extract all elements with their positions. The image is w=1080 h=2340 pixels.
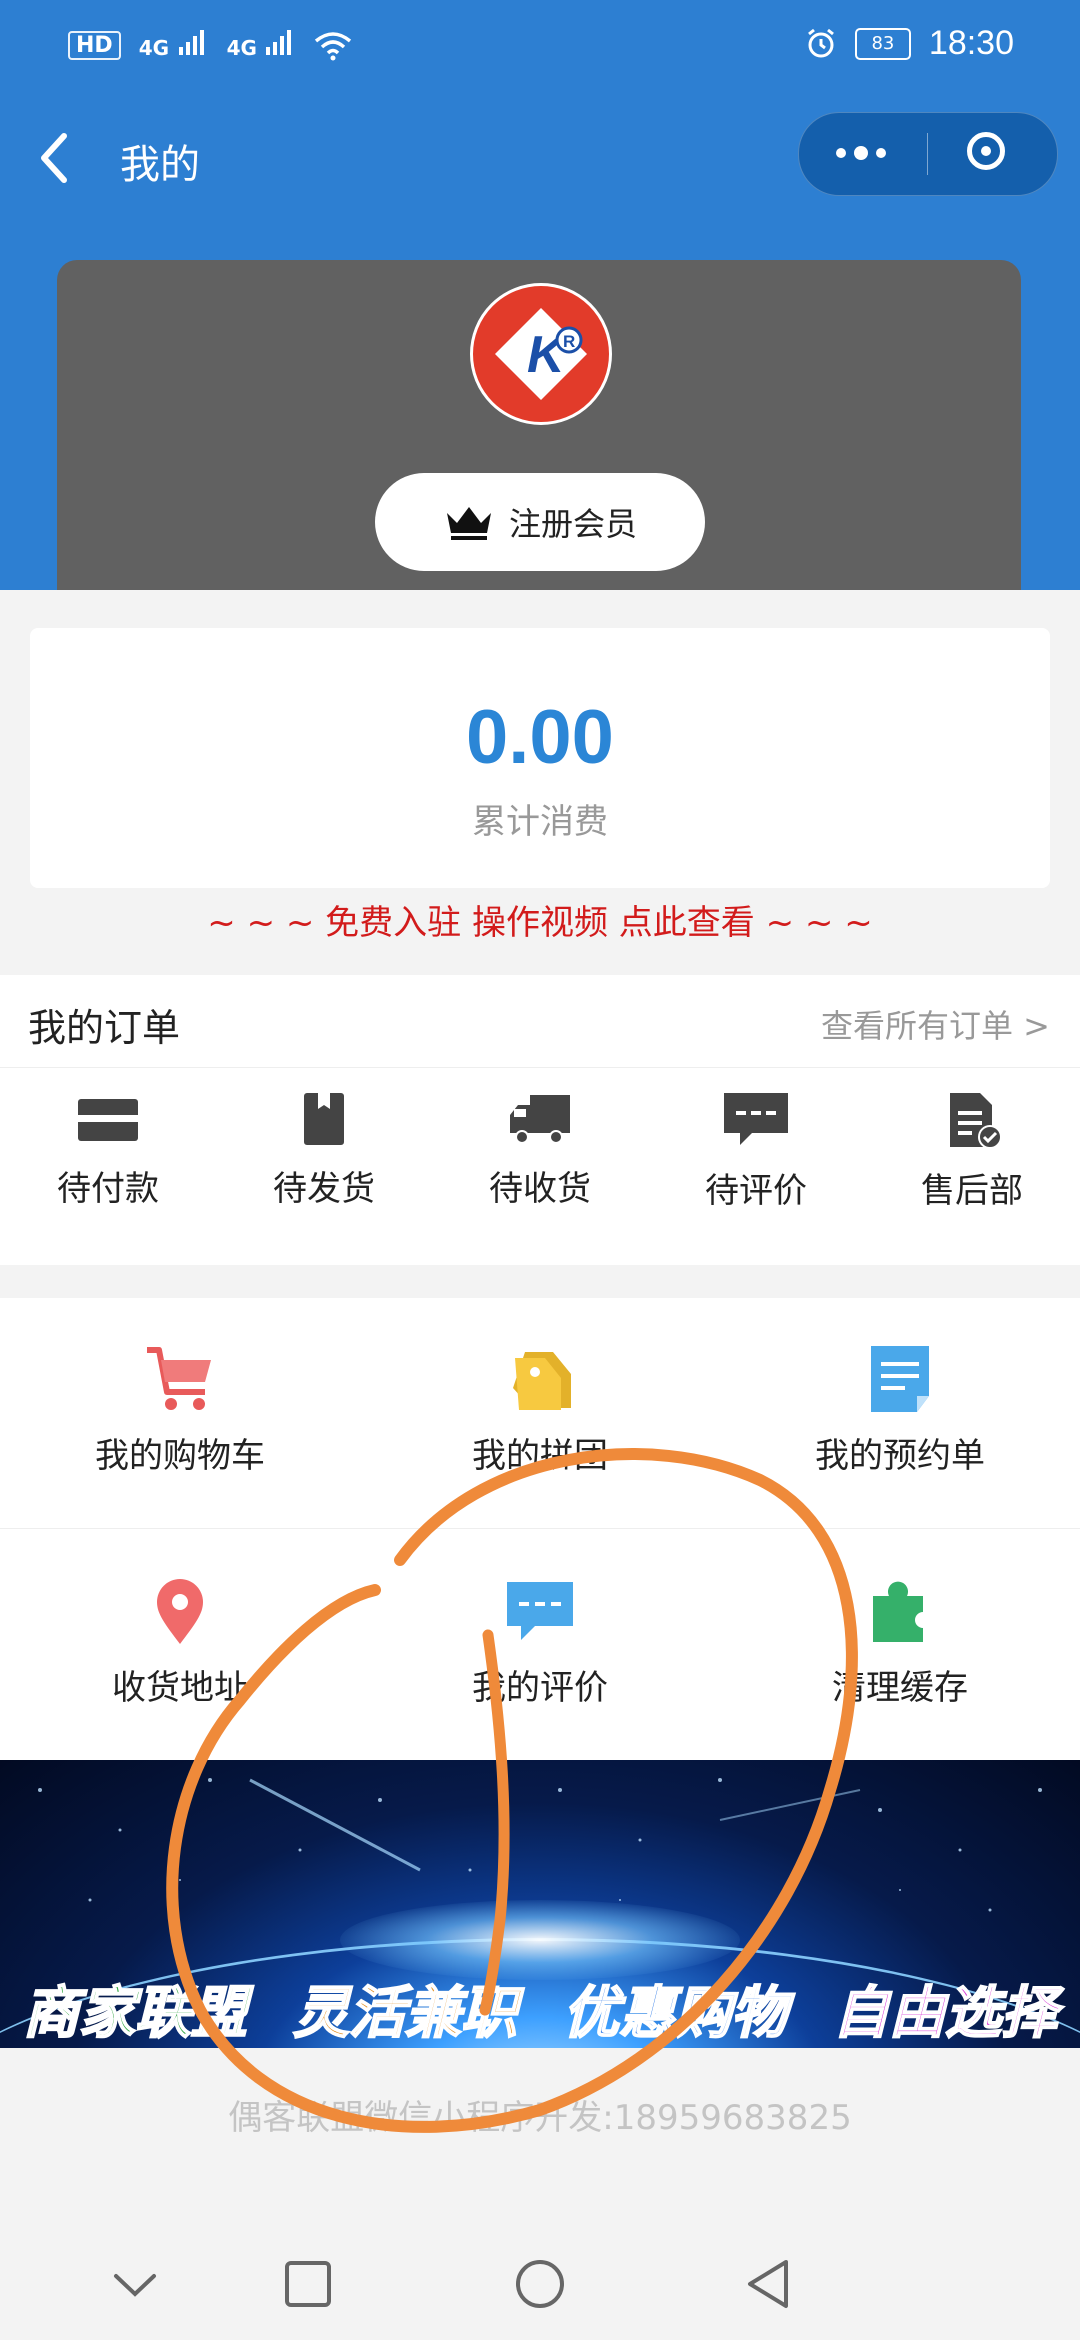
- order-status-pending-review[interactable]: 待评价: [648, 1067, 864, 1265]
- orders-title: 我的订单: [28, 1006, 181, 1050]
- nav-bar: 我的: [0, 100, 1080, 210]
- developer-footer: 偶客联盟微信小程序开发:18959683825: [228, 2098, 852, 2138]
- order-status-after-sales[interactable]: 售后部: [864, 1067, 1080, 1265]
- battery-icon: 83: [854, 27, 911, 60]
- recents-button[interactable]: [284, 2260, 332, 2308]
- system-nav-bar: [0, 2230, 1080, 2340]
- brand-logo: K R: [470, 283, 612, 425]
- puzzle-icon: [873, 1581, 923, 1642]
- home-button[interactable]: [514, 2258, 566, 2310]
- back-button[interactable]: [34, 128, 74, 188]
- banner-tagline: 商家联盟: [22, 1979, 248, 2047]
- feature-shipping-address[interactable]: 收货地址: [0, 1530, 360, 1760]
- order-status-label: 售后部: [921, 1171, 1023, 1211]
- location-pin-icon: [157, 1579, 203, 1644]
- chevron-down-icon[interactable]: [112, 2270, 158, 2300]
- truck-icon: [510, 1095, 570, 1144]
- order-status-pending-payment[interactable]: 待付款: [0, 1067, 216, 1265]
- back-triangle-button[interactable]: [744, 2258, 792, 2310]
- total-consumption-amount: 0.00: [466, 695, 614, 780]
- capsule-divider: [927, 133, 928, 175]
- page-title: 我的: [120, 142, 200, 188]
- alarm-icon: [807, 28, 834, 57]
- order-status-pending-receipt[interactable]: 待收货: [432, 1067, 648, 1265]
- feature-clear-cache[interactable]: 清理缓存: [720, 1530, 1080, 1760]
- more-dots-icon[interactable]: [833, 133, 889, 173]
- feature-shopping-cart[interactable]: 我的购物车: [0, 1298, 360, 1528]
- feature-label: 我的拼团: [472, 1436, 608, 1476]
- order-status-label: 待评价: [705, 1171, 807, 1211]
- promo-banner[interactable]: 商家联盟 灵活兼职 优惠购物 自由选择: [0, 1760, 1080, 2048]
- promo-link[interactable]: ~ ~ ~ 免费入驻 操作视频 点此查看 ~ ~ ~: [0, 895, 1080, 944]
- order-status-label: 待发货: [273, 1169, 375, 1209]
- target-ring-icon[interactable]: [967, 132, 1005, 170]
- note-icon: [871, 1346, 929, 1412]
- feature-label: 我的购物车: [95, 1436, 265, 1476]
- feature-grid: 我的购物车 我的拼团 我的预约单 收货地址 我的评价 清理缓存: [0, 1298, 1080, 1760]
- order-status-label: 待收货: [489, 1169, 591, 1209]
- feature-label: 我的评价: [472, 1668, 608, 1708]
- wifi-icon: [315, 31, 352, 60]
- status-bar: HD 4G 4G 83 18:30: [0, 0, 1080, 90]
- banner-tagline: 优惠购物: [562, 1979, 788, 2047]
- card-icon: [78, 1099, 138, 1141]
- feature-reservations[interactable]: 我的预约单: [720, 1298, 1080, 1528]
- svg-text:R: R: [563, 332, 575, 351]
- feature-label: 清理缓存: [832, 1668, 968, 1708]
- signal-icon: 4G: [227, 28, 297, 63]
- feature-label: 收货地址: [112, 1668, 248, 1708]
- orders-section: 我的订单 查看所有订单 > 待付款 待发货 待收货 待评价 售后部: [0, 975, 1080, 1265]
- feature-label: 我的预约单: [815, 1436, 985, 1476]
- total-consumption-label: 累计消费: [472, 802, 608, 842]
- tags-icon: [513, 1352, 571, 1410]
- hd-indicator: HD: [68, 31, 121, 60]
- order-status-pending-shipment[interactable]: 待发货: [216, 1067, 432, 1265]
- document-check-icon: [950, 1093, 1002, 1149]
- banner-tagline: 灵活兼职: [292, 1979, 518, 2047]
- view-all-orders-link[interactable]: 查看所有订单 >: [821, 1001, 1050, 1047]
- register-member-button[interactable]: 注册会员: [375, 473, 705, 571]
- order-status-label: 待付款: [57, 1169, 159, 1209]
- consumption-card: 0.00 累计消费: [30, 628, 1050, 888]
- feature-group-buy[interactable]: 我的拼团: [360, 1298, 720, 1528]
- orders-header: 我的订单 查看所有订单 >: [0, 975, 1080, 1068]
- signal-icon: 4G: [139, 28, 209, 63]
- clock: 18:30: [928, 24, 1014, 62]
- comment-icon: [724, 1093, 788, 1145]
- chat-bubble-icon: [507, 1582, 573, 1640]
- package-icon: [304, 1093, 344, 1145]
- register-label: 注册会员: [508, 505, 637, 543]
- mini-program-capsule: [798, 112, 1058, 196]
- banner-tagline: 自由选择: [832, 1979, 1058, 2047]
- feature-my-reviews[interactable]: 我的评价: [360, 1530, 720, 1760]
- crown-icon: [446, 507, 491, 540]
- cart-icon: [147, 1347, 211, 1410]
